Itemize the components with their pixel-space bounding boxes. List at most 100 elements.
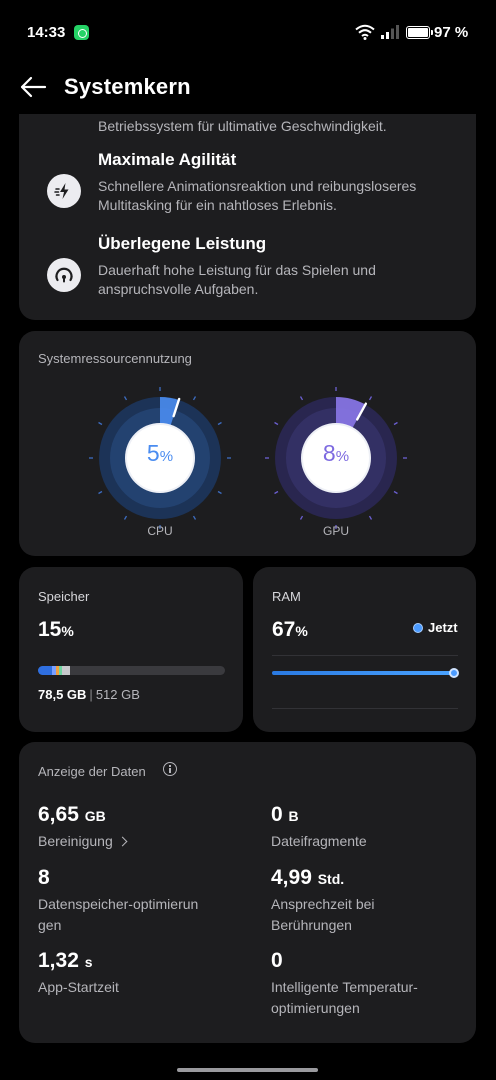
gauge-tick	[217, 490, 222, 495]
metric-label: Bereinigung	[38, 831, 228, 852]
metric-label: App-Startzeit	[38, 979, 119, 995]
metric-storage-optimizations: 8 Datenspeicher-optimierun gen	[38, 866, 228, 936]
section-title: Anzeige der Daten	[38, 764, 146, 779]
metric-touch-response: 4,99 Std. Ansprechzeit bei Berührungen	[271, 866, 461, 936]
system-resources-card: Systemressourcennutzung 5% CPU 8% GPU	[19, 331, 476, 556]
metric-cleanup[interactable]: 6,65 GB Bereinigung	[38, 803, 228, 852]
gpu-gauge: 8%	[264, 386, 408, 530]
metric-value: 4,99 Std.	[271, 866, 461, 890]
cpu-usage-unit: %	[159, 448, 174, 465]
metric-label: Dateifragmente	[271, 833, 367, 849]
gauge-icon	[47, 258, 81, 292]
storage-segment-apps	[38, 666, 52, 675]
cpu-usage-value: 5%	[88, 440, 232, 467]
storage-card[interactable]: Speicher 15% 78,5 GB | 512 GB	[19, 567, 243, 732]
metric-temperature-optimizations: 0 Intelligente Temperatur- optimierungen	[271, 949, 461, 1019]
gesture-navigation-bar[interactable]	[177, 1068, 318, 1072]
metric-number: 6,65	[38, 803, 79, 826]
legend-dot-icon	[413, 623, 423, 633]
ram-usage-line	[272, 671, 455, 675]
status-time: 14:33	[27, 24, 66, 41]
feature-description: Schnellere Animationsreaktion und reibun…	[98, 178, 417, 213]
gauge-tick	[368, 515, 373, 520]
storage-percentage-number: 15	[38, 618, 62, 641]
info-icon[interactable]	[163, 762, 177, 776]
scroll-content[interactable]: Betriebssystem für ultimative Geschwindi…	[0, 114, 496, 1070]
metric-value: 0 B	[271, 803, 461, 827]
metric-app-start-time: 1,32 s App-Startzeit	[38, 949, 228, 998]
cpu-gauge: 5%	[88, 386, 232, 530]
gauge-tick	[123, 396, 128, 401]
metric-number: 8	[38, 866, 50, 889]
gauge-tick	[98, 490, 103, 495]
battery-percentage: 97 %	[434, 24, 469, 41]
wifi-icon	[355, 24, 375, 40]
storage-segment-system	[62, 666, 70, 675]
app-bar: Systemkern	[0, 64, 496, 114]
gauge-tick	[274, 421, 279, 426]
signal-icon	[381, 25, 399, 39]
metric-number: 0	[271, 803, 283, 826]
metric-value: 1,32 s	[38, 949, 228, 973]
ram-percentage: 67%	[272, 618, 308, 642]
gauge-tick	[393, 421, 398, 426]
feature-title: Maximale Agilität	[98, 150, 237, 169]
ram-current-point	[449, 668, 459, 678]
gauge-tick	[274, 490, 279, 495]
metric-unit: s	[84, 954, 93, 970]
chevron-right-icon	[117, 836, 128, 847]
cpu-label: CPU	[147, 524, 173, 538]
page-title: Systemkern	[64, 74, 191, 99]
storage-percentage-unit: %	[61, 623, 74, 639]
storage-label: Speicher	[38, 589, 90, 604]
metric-unit: GB	[84, 808, 106, 824]
storage-percentage: 15%	[38, 618, 74, 642]
feature-title: Überlegene Leistung	[98, 234, 267, 253]
gauge-tick	[299, 396, 304, 401]
ram-chart-gridline	[272, 708, 458, 709]
metric-value: 8	[38, 866, 228, 890]
gauge-tick	[217, 421, 222, 426]
metric-value: 0	[271, 949, 461, 973]
data-display-card: Anzeige der Daten 6,65 GB Bereinigung 0 …	[19, 742, 476, 1043]
legend-label: Jetzt	[428, 620, 458, 635]
feature-description-continued: Betriebssystem für ultimative Geschwindi…	[98, 118, 387, 134]
status-bar: 14:33 97 %	[0, 0, 496, 64]
ram-percentage-unit: %	[295, 623, 308, 639]
ram-label: RAM	[272, 589, 301, 604]
gauge-tick	[123, 515, 128, 520]
gauge-tick	[192, 396, 197, 401]
storage-used: 78,5 GB	[38, 687, 87, 702]
whatsapp-icon	[74, 25, 89, 40]
gpu-label: GPU	[322, 524, 349, 538]
metric-number: 0	[271, 949, 283, 972]
metric-number: 4,99	[271, 866, 312, 889]
arrow-left-icon[interactable]	[14, 72, 50, 102]
gauge-tick	[368, 396, 373, 401]
storage-usage-text: 78,5 GB | 512 GB	[38, 687, 140, 702]
gpu-usage-unit: %	[335, 448, 350, 465]
lightning-speed-icon	[47, 174, 81, 208]
metric-label: Intelligente Temperatur- optimierungen	[271, 979, 418, 1016]
cpu-usage-number: 5	[146, 440, 160, 466]
storage-separator: |	[89, 687, 93, 702]
gpu-usage-number: 8	[322, 440, 336, 466]
gauge-tick	[192, 515, 197, 520]
battery-icon	[406, 26, 433, 39]
metric-label: Datenspeicher-optimierun gen	[38, 896, 199, 933]
storage-usage-bar	[38, 666, 225, 675]
ram-chart-gridline	[272, 655, 458, 656]
features-card: Betriebssystem für ultimative Geschwindi…	[19, 114, 476, 320]
metric-number: 1,32	[38, 949, 79, 972]
gpu-usage-value: 8%	[264, 440, 408, 467]
ram-card[interactable]: RAM 67% Jetzt	[253, 567, 476, 732]
gauge-tick	[98, 421, 103, 426]
metric-value: 6,65 GB	[38, 803, 228, 827]
metric-fragments: 0 B Dateifragmente	[271, 803, 461, 852]
feature-description: Dauerhaft hohe Leistung für das Spielen …	[98, 262, 376, 297]
gauge-tick	[299, 515, 304, 520]
metric-unit: Std.	[317, 871, 345, 887]
section-title: Systemressourcennutzung	[38, 351, 192, 366]
metric-label: Ansprechzeit bei Berührungen	[271, 896, 375, 933]
metric-label-text: Bereinigung	[38, 833, 113, 849]
